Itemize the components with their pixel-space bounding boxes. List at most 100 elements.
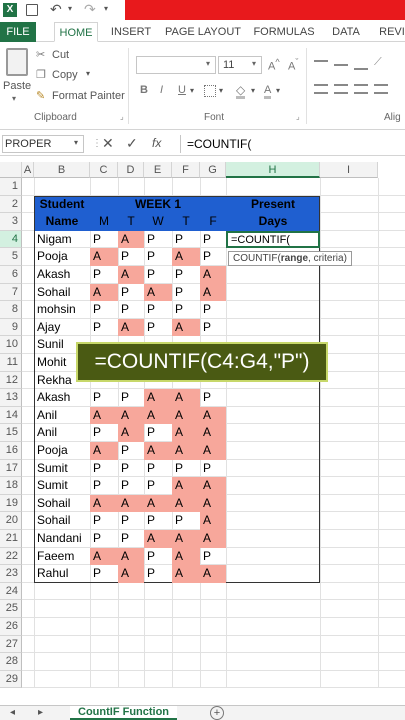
attendance-cell[interactable]: P	[144, 319, 172, 337]
font-color-dropdown-icon[interactable]: ▾	[276, 86, 280, 95]
attendance-cell[interactable]: P	[172, 284, 200, 302]
clipboard-launcher-icon[interactable]: ⌟	[120, 112, 124, 121]
align-center-icon[interactable]	[334, 84, 348, 94]
attendance-cell[interactable]: A	[118, 565, 144, 583]
attendance-cell[interactable]: P	[144, 477, 172, 495]
insert-function-icon[interactable]: fx	[152, 136, 161, 150]
student-name-cell[interactable]: mohsin	[34, 301, 90, 319]
attendance-cell[interactable]: A	[144, 406, 172, 425]
fill-color-icon[interactable]: ◇	[236, 84, 246, 99]
italic-button[interactable]: I	[160, 84, 163, 96]
attendance-cell[interactable]: P	[144, 548, 172, 566]
attendance-cell[interactable]: A	[200, 424, 226, 442]
column-header-g[interactable]: G	[200, 162, 226, 178]
undo-icon[interactable]: ↶	[50, 1, 62, 18]
attendance-cell[interactable]: A	[118, 318, 144, 337]
paste-dropdown-icon[interactable]: ▾	[12, 94, 16, 103]
attendance-cell[interactable]: P	[200, 389, 226, 407]
add-sheet-icon[interactable]: +	[210, 706, 224, 720]
row-header[interactable]: 4	[0, 230, 22, 249]
tab-review[interactable]: REVI	[376, 22, 405, 42]
row-header[interactable]: 3	[0, 213, 22, 231]
save-icon[interactable]	[26, 4, 38, 16]
column-header-a[interactable]: A	[22, 162, 34, 178]
attendance-cell[interactable]: A	[118, 494, 144, 513]
attendance-cell[interactable]: P	[90, 424, 118, 442]
student-name-cell[interactable]: Pooja	[34, 248, 90, 266]
row-header[interactable]: 15	[0, 424, 22, 442]
attendance-cell[interactable]: P	[118, 477, 144, 495]
row-header[interactable]: 10	[0, 336, 22, 354]
student-name-cell[interactable]: Anil	[34, 424, 90, 442]
worksheet-grid[interactable]: A B C D E F G H I 1 2 3 4 5 6 7 8 9 10 11 12 13 14 15 16 17 18 19 20…	[0, 162, 405, 702]
sheet-scroll-left-icon[interactable]: ◂	[10, 707, 15, 718]
align-top-icon[interactable]	[314, 60, 328, 70]
attendance-cell[interactable]: A	[172, 248, 200, 266]
attendance-cell[interactable]: P	[172, 266, 200, 284]
tab-home[interactable]: HOME	[54, 22, 98, 42]
attendance-cell[interactable]: P	[144, 266, 172, 284]
tooltip-argument-range[interactable]: range	[281, 253, 308, 264]
student-name-cell[interactable]: Nandani	[34, 530, 90, 548]
format-painter-button[interactable]: Format Painter	[52, 90, 125, 102]
attendance-cell[interactable]: P	[172, 460, 200, 478]
attendance-cell[interactable]: A	[200, 512, 226, 530]
fill-color-dropdown-icon[interactable]: ▾	[251, 86, 255, 95]
grow-font-icon[interactable]: A^	[268, 57, 280, 73]
attendance-cell[interactable]: P	[118, 460, 144, 478]
attendance-cell[interactable]: A	[118, 424, 144, 442]
student-name-cell[interactable]: Akash	[34, 389, 90, 407]
student-name-cell[interactable]: Ajay	[34, 319, 90, 337]
row-header[interactable]: 1	[0, 178, 22, 196]
attendance-cell[interactable]: P	[90, 319, 118, 337]
font-name-box[interactable]	[136, 56, 216, 74]
select-all-corner[interactable]	[0, 162, 22, 178]
attendance-cell[interactable]: P	[200, 460, 226, 478]
row-header[interactable]: 21	[0, 530, 22, 548]
attendance-cell[interactable]: A	[144, 494, 172, 513]
attendance-cell[interactable]: P	[200, 319, 226, 337]
row-header[interactable]: 5	[0, 248, 22, 266]
attendance-cell[interactable]: P	[172, 231, 200, 249]
attendance-cell[interactable]: A	[144, 283, 172, 302]
attendance-cell[interactable]: P	[172, 512, 200, 530]
attendance-cell[interactable]: P	[90, 266, 118, 284]
row-header[interactable]: 20	[0, 512, 22, 530]
attendance-cell[interactable]: A	[90, 442, 118, 460]
attendance-cell[interactable]: A	[144, 389, 172, 407]
column-header-i[interactable]: I	[320, 162, 378, 178]
column-header-d[interactable]: D	[118, 162, 144, 178]
row-header[interactable]: 24	[0, 582, 22, 601]
attendance-cell[interactable]: P	[144, 565, 172, 583]
undo-dropdown-icon[interactable]: ▾	[68, 4, 72, 13]
student-name-cell[interactable]: Nigam	[34, 231, 90, 249]
attendance-cell[interactable]: P	[144, 248, 172, 266]
row-header[interactable]: 29	[0, 670, 22, 689]
align-middle-icon[interactable]	[334, 64, 348, 66]
column-header-h[interactable]: H	[226, 162, 320, 178]
paste-icon[interactable]	[6, 48, 28, 76]
row-header[interactable]: 25	[0, 600, 22, 618]
attendance-cell[interactable]: A	[90, 248, 118, 266]
attendance-cell[interactable]: P	[90, 460, 118, 478]
cancel-formula-icon[interactable]: ✕	[102, 135, 114, 152]
column-header-c[interactable]: C	[90, 162, 118, 178]
attendance-cell[interactable]: P	[118, 442, 144, 460]
paste-button[interactable]: Paste	[3, 80, 31, 92]
attendance-cell[interactable]: P	[90, 301, 118, 319]
attendance-cell[interactable]: A	[172, 389, 200, 407]
tab-insert[interactable]: INSERT	[108, 22, 154, 42]
student-name-cell[interactable]: Akash	[34, 266, 90, 284]
attendance-cell[interactable]: P	[144, 231, 172, 249]
attendance-cell[interactable]: A	[172, 494, 200, 513]
row-header[interactable]: 18	[0, 477, 22, 495]
attendance-cell[interactable]: P	[200, 231, 226, 249]
sheet-tab-countif-function[interactable]: CountIF Function	[70, 706, 178, 720]
row-header[interactable]: 14	[0, 406, 22, 425]
attendance-cell[interactable]: A	[172, 424, 200, 442]
attendance-cell[interactable]: A	[144, 442, 172, 460]
underline-dropdown-icon[interactable]: ▾	[190, 86, 194, 95]
row-header[interactable]: 27	[0, 635, 22, 654]
attendance-cell[interactable]: A	[118, 266, 144, 284]
attendance-cell[interactable]: P	[200, 301, 226, 319]
